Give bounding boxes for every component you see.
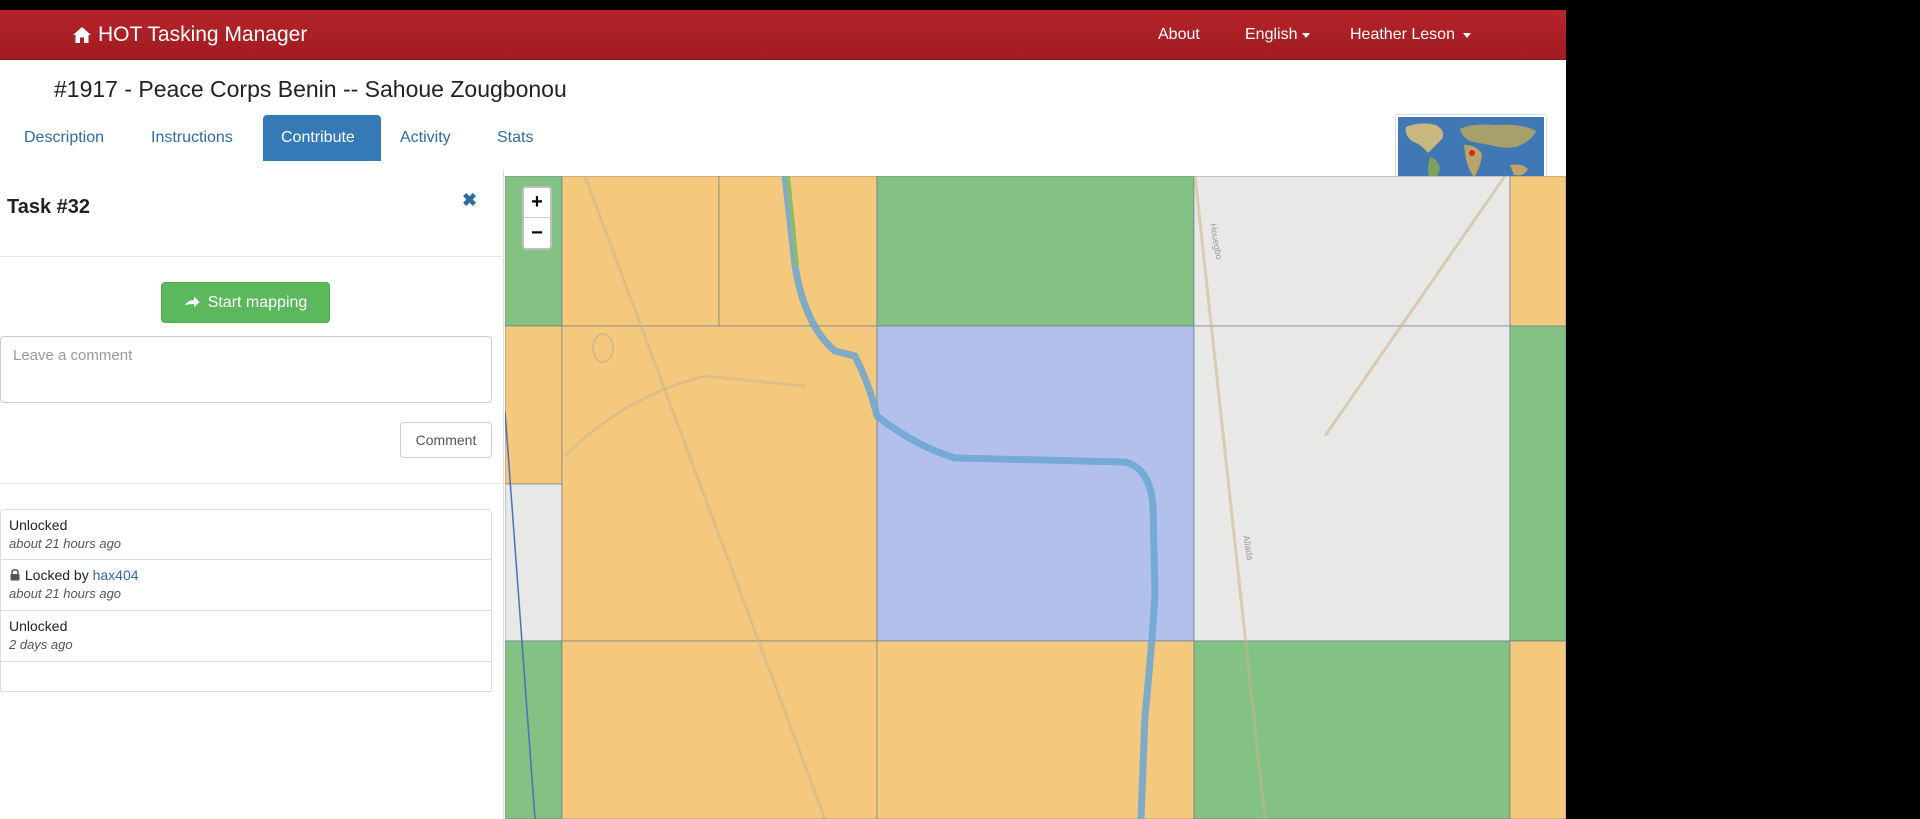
- comment-button[interactable]: Comment: [400, 422, 492, 458]
- zoom-control: + −: [522, 186, 552, 250]
- history-time: about 21 hours ago: [9, 536, 122, 551]
- task-grid: [505, 176, 1566, 819]
- task-tile[interactable]: [561, 176, 720, 327]
- task-tile[interactable]: [718, 176, 878, 327]
- history-action: Locked by: [24, 567, 89, 583]
- task-tile[interactable]: [1509, 325, 1566, 642]
- tab-instructions[interactable]: Instructions: [151, 115, 233, 161]
- history-item: [0, 662, 492, 692]
- task-panel: Task #32 ✖ Start mapping Comment Unlocke…: [0, 170, 504, 819]
- brand-link[interactable]: HOT Tasking Manager: [72, 10, 307, 60]
- user-dropdown[interactable]: Heather Leson: [1350, 10, 1471, 60]
- task-history: Unlocked about 21 hours ago Locked by ha…: [0, 509, 492, 692]
- task-tile[interactable]: [1193, 176, 1511, 327]
- language-label: English: [1245, 26, 1298, 43]
- history-time: 2 days ago: [9, 637, 73, 652]
- top-strip: [0, 0, 1566, 10]
- task-tile[interactable]: [561, 325, 878, 642]
- lock-icon: [10, 569, 20, 581]
- close-icon[interactable]: ✖: [462, 190, 477, 211]
- task-map[interactable]: Houegbo Allada + −: [505, 176, 1566, 819]
- tab-stats[interactable]: Stats: [497, 115, 533, 161]
- page-title: #1917 - Peace Corps Benin -- Sahoue Zoug…: [54, 76, 567, 102]
- caret-down-icon: [1302, 32, 1311, 38]
- divider: [0, 256, 504, 257]
- brand-title: HOT Tasking Manager: [98, 23, 308, 46]
- history-item: Unlocked about 21 hours ago: [0, 509, 492, 560]
- page: HOT Tasking Manager About English Heathe…: [0, 0, 1566, 819]
- history-item: Unlocked 2 days ago: [0, 611, 492, 662]
- tab-activity[interactable]: Activity: [400, 115, 451, 161]
- tab-contribute[interactable]: Contribute: [263, 115, 381, 161]
- zoom-out-button[interactable]: −: [524, 218, 550, 248]
- history-item: Locked by hax404 about 21 hours ago: [0, 560, 492, 611]
- task-tile[interactable]: [561, 640, 878, 819]
- user-name: Heather Leson: [1350, 26, 1455, 43]
- home-icon: [73, 27, 91, 43]
- divider: [0, 483, 504, 484]
- task-title: Task #32: [7, 196, 91, 218]
- comment-input[interactable]: [0, 336, 492, 403]
- history-user-link[interactable]: hax404: [93, 567, 139, 583]
- task-tile[interactable]: [505, 325, 563, 485]
- tab-description[interactable]: Description: [24, 115, 104, 161]
- task-tile[interactable]: [505, 483, 563, 642]
- history-time: about 21 hours ago: [9, 586, 122, 601]
- start-mapping-label: Start mapping: [207, 293, 308, 311]
- task-tile[interactable]: [1193, 640, 1511, 819]
- start-mapping-button[interactable]: Start mapping: [161, 282, 330, 323]
- history-action: Unlocked: [9, 618, 68, 634]
- about-link[interactable]: About: [1158, 10, 1200, 60]
- arrow-right-icon: [184, 296, 200, 307]
- language-dropdown[interactable]: English: [1245, 10, 1311, 60]
- task-tile[interactable]: [1509, 176, 1566, 327]
- zoom-in-button[interactable]: +: [524, 188, 550, 218]
- caret-down-icon: [1462, 32, 1471, 38]
- task-tile[interactable]: [1509, 640, 1566, 819]
- task-tile[interactable]: [876, 176, 1195, 327]
- navbar: HOT Tasking Manager About English Heathe…: [0, 10, 1566, 60]
- history-action: Unlocked: [9, 517, 68, 533]
- map-canvas: Houegbo Allada: [505, 176, 1566, 819]
